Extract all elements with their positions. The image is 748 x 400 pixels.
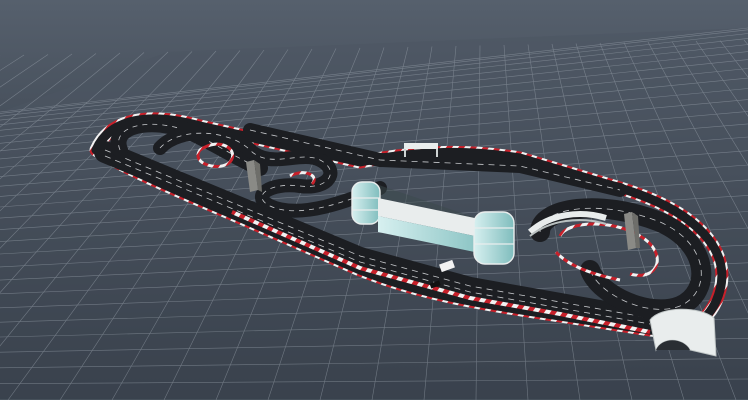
- scene-canvas[interactable]: [0, 0, 748, 400]
- 3d-viewport[interactable]: [0, 0, 748, 400]
- tunnel-bridge[interactable]: [649, 308, 717, 357]
